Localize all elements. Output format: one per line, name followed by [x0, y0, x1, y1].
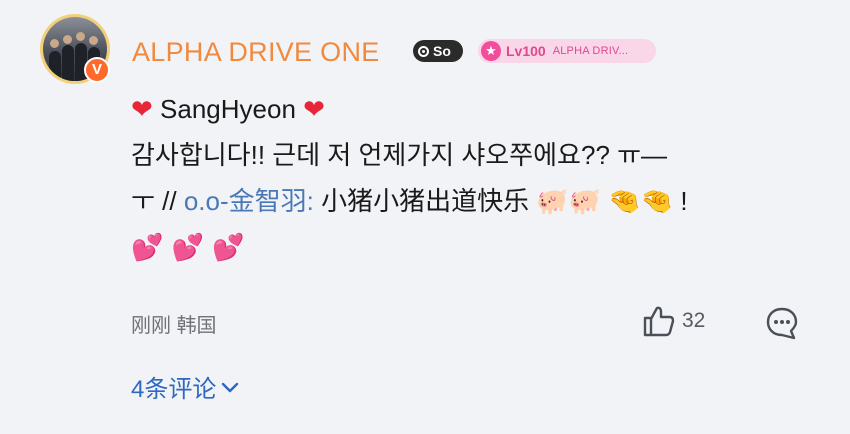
so-badge-icon	[418, 45, 429, 57]
pink-hearts-icon: 💕 💕 💕	[131, 233, 245, 263]
replies-label: 4条评论	[131, 376, 217, 403]
username[interactable]: ALPHA DRIVE ONE	[132, 36, 380, 68]
comment-bubble-icon[interactable]	[765, 305, 799, 341]
so-badge[interactable]: So	[413, 40, 463, 62]
like-button[interactable]: 32	[640, 303, 705, 339]
comment-meta: 刚刚 韩国	[131, 309, 217, 338]
thumbs-up-icon	[643, 306, 675, 337]
chevron-down-icon	[222, 382, 239, 392]
heart-icon: ❤	[303, 95, 325, 125]
view-replies-button[interactable]: 4条评论	[131, 369, 240, 404]
comment-line-3-text: 小猪小猪出道快乐	[321, 186, 530, 216]
comment-location: 韩国	[176, 315, 217, 337]
level-star-icon: ★	[481, 41, 501, 61]
so-badge-label: So	[433, 43, 451, 59]
pinching-hand-icon: 🤏🤏	[608, 187, 674, 217]
comment-line-3: ㅜ // o.o-金智羽: 小猪小猪出道快乐 🐖🐖 🤏🤏 !	[131, 178, 811, 224]
like-count: 32	[682, 309, 706, 332]
comment-line-3-suffix: !	[680, 186, 688, 216]
heart-icon: ❤	[131, 95, 153, 125]
pig-icon: 🐖🐖	[536, 187, 602, 217]
comment-line-4: 💕 💕 💕	[131, 224, 811, 270]
verified-icon: V	[84, 57, 110, 83]
level-group-name: ALPHA DRIV...	[552, 45, 629, 57]
comment-line-1: ❤ SangHyeon ❤	[131, 86, 811, 132]
level-label: Lv100	[506, 43, 546, 59]
comment-time: 刚刚	[131, 315, 171, 337]
comment-line-1-name: SangHyeon	[160, 94, 296, 124]
mention-link[interactable]: o.o-金智羽:	[184, 186, 314, 216]
level-badge[interactable]: ★ Lv100 ALPHA DRIV...	[478, 39, 656, 63]
comment-line-2: 감사합니다!! 근데 저 언제가지 샤오쭈에요?? ㅠ—	[131, 140, 668, 170]
comment-body: ❤ SangHyeon ❤ 감사합니다!! 근데 저 언제가지 샤오쭈에요?? …	[131, 86, 811, 270]
comment-line-3-prefix: ㅜ //	[131, 186, 177, 216]
